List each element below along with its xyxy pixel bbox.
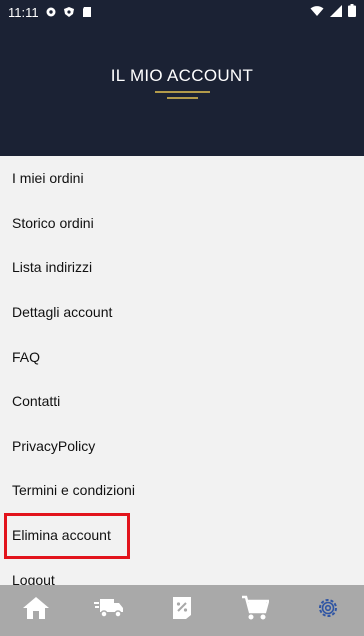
menu-item-account-details[interactable]: Dettagli account [0,290,364,335]
signal-icon [330,4,342,20]
menu-item-label: Storico ordini [12,214,94,231]
wifi-icon [310,5,324,20]
nav-delivery-button[interactable] [89,591,129,631]
menu-item-faq[interactable]: FAQ [0,334,364,379]
menu-item-label: Elimina account [12,527,111,544]
menu-item-my-orders[interactable]: I miei ordini [0,156,364,201]
menu-item-label: FAQ [12,348,41,365]
menu-item-delete-account[interactable]: Elimina account [0,513,364,558]
nav-home-button[interactable] [16,591,56,631]
account-menu: I miei ordini Storico ordini Lista indir… [0,156,364,602]
account-header: IL MIO ACCOUNT [0,24,364,156]
menu-item-contacts[interactable]: Contatti [0,379,364,424]
status-time: 11:11 [8,4,39,20]
title-underline-short [167,97,198,99]
menu-item-address-list[interactable]: Lista indirizzi [0,245,364,290]
menu-item-order-history[interactable]: Storico ordini [0,201,364,246]
menu-item-terms[interactable]: Termini e condizioni [0,468,364,513]
sd-card-icon [81,6,93,18]
nav-settings-button[interactable] [308,591,348,631]
shield-icon [63,6,75,18]
bottom-nav [0,585,364,636]
nav-cart-button[interactable] [235,591,275,631]
title-underline-long [155,91,210,93]
menu-item-privacy-policy[interactable]: PrivacyPolicy [0,424,364,469]
page-title: IL MIO ACCOUNT [110,66,254,85]
delivery-truck-icon [94,596,124,625]
home-icon [22,596,50,625]
shopping-cart-icon [241,595,270,626]
battery-icon [348,4,356,20]
settings-gear-icon [316,596,340,625]
discount-tag-icon [170,595,194,626]
nav-discounts-button[interactable] [162,591,202,631]
menu-item-label: Lista indirizzi [12,259,93,276]
menu-item-label: Dettagli account [12,304,113,321]
menu-item-label: Contatti [12,393,61,410]
settings-icon [45,6,57,18]
menu-item-label: PrivacyPolicy [12,437,96,454]
status-bar: 11:11 [0,0,364,24]
menu-item-label: I miei ordini [12,170,84,187]
menu-item-label: Termini e condizioni [12,482,135,499]
